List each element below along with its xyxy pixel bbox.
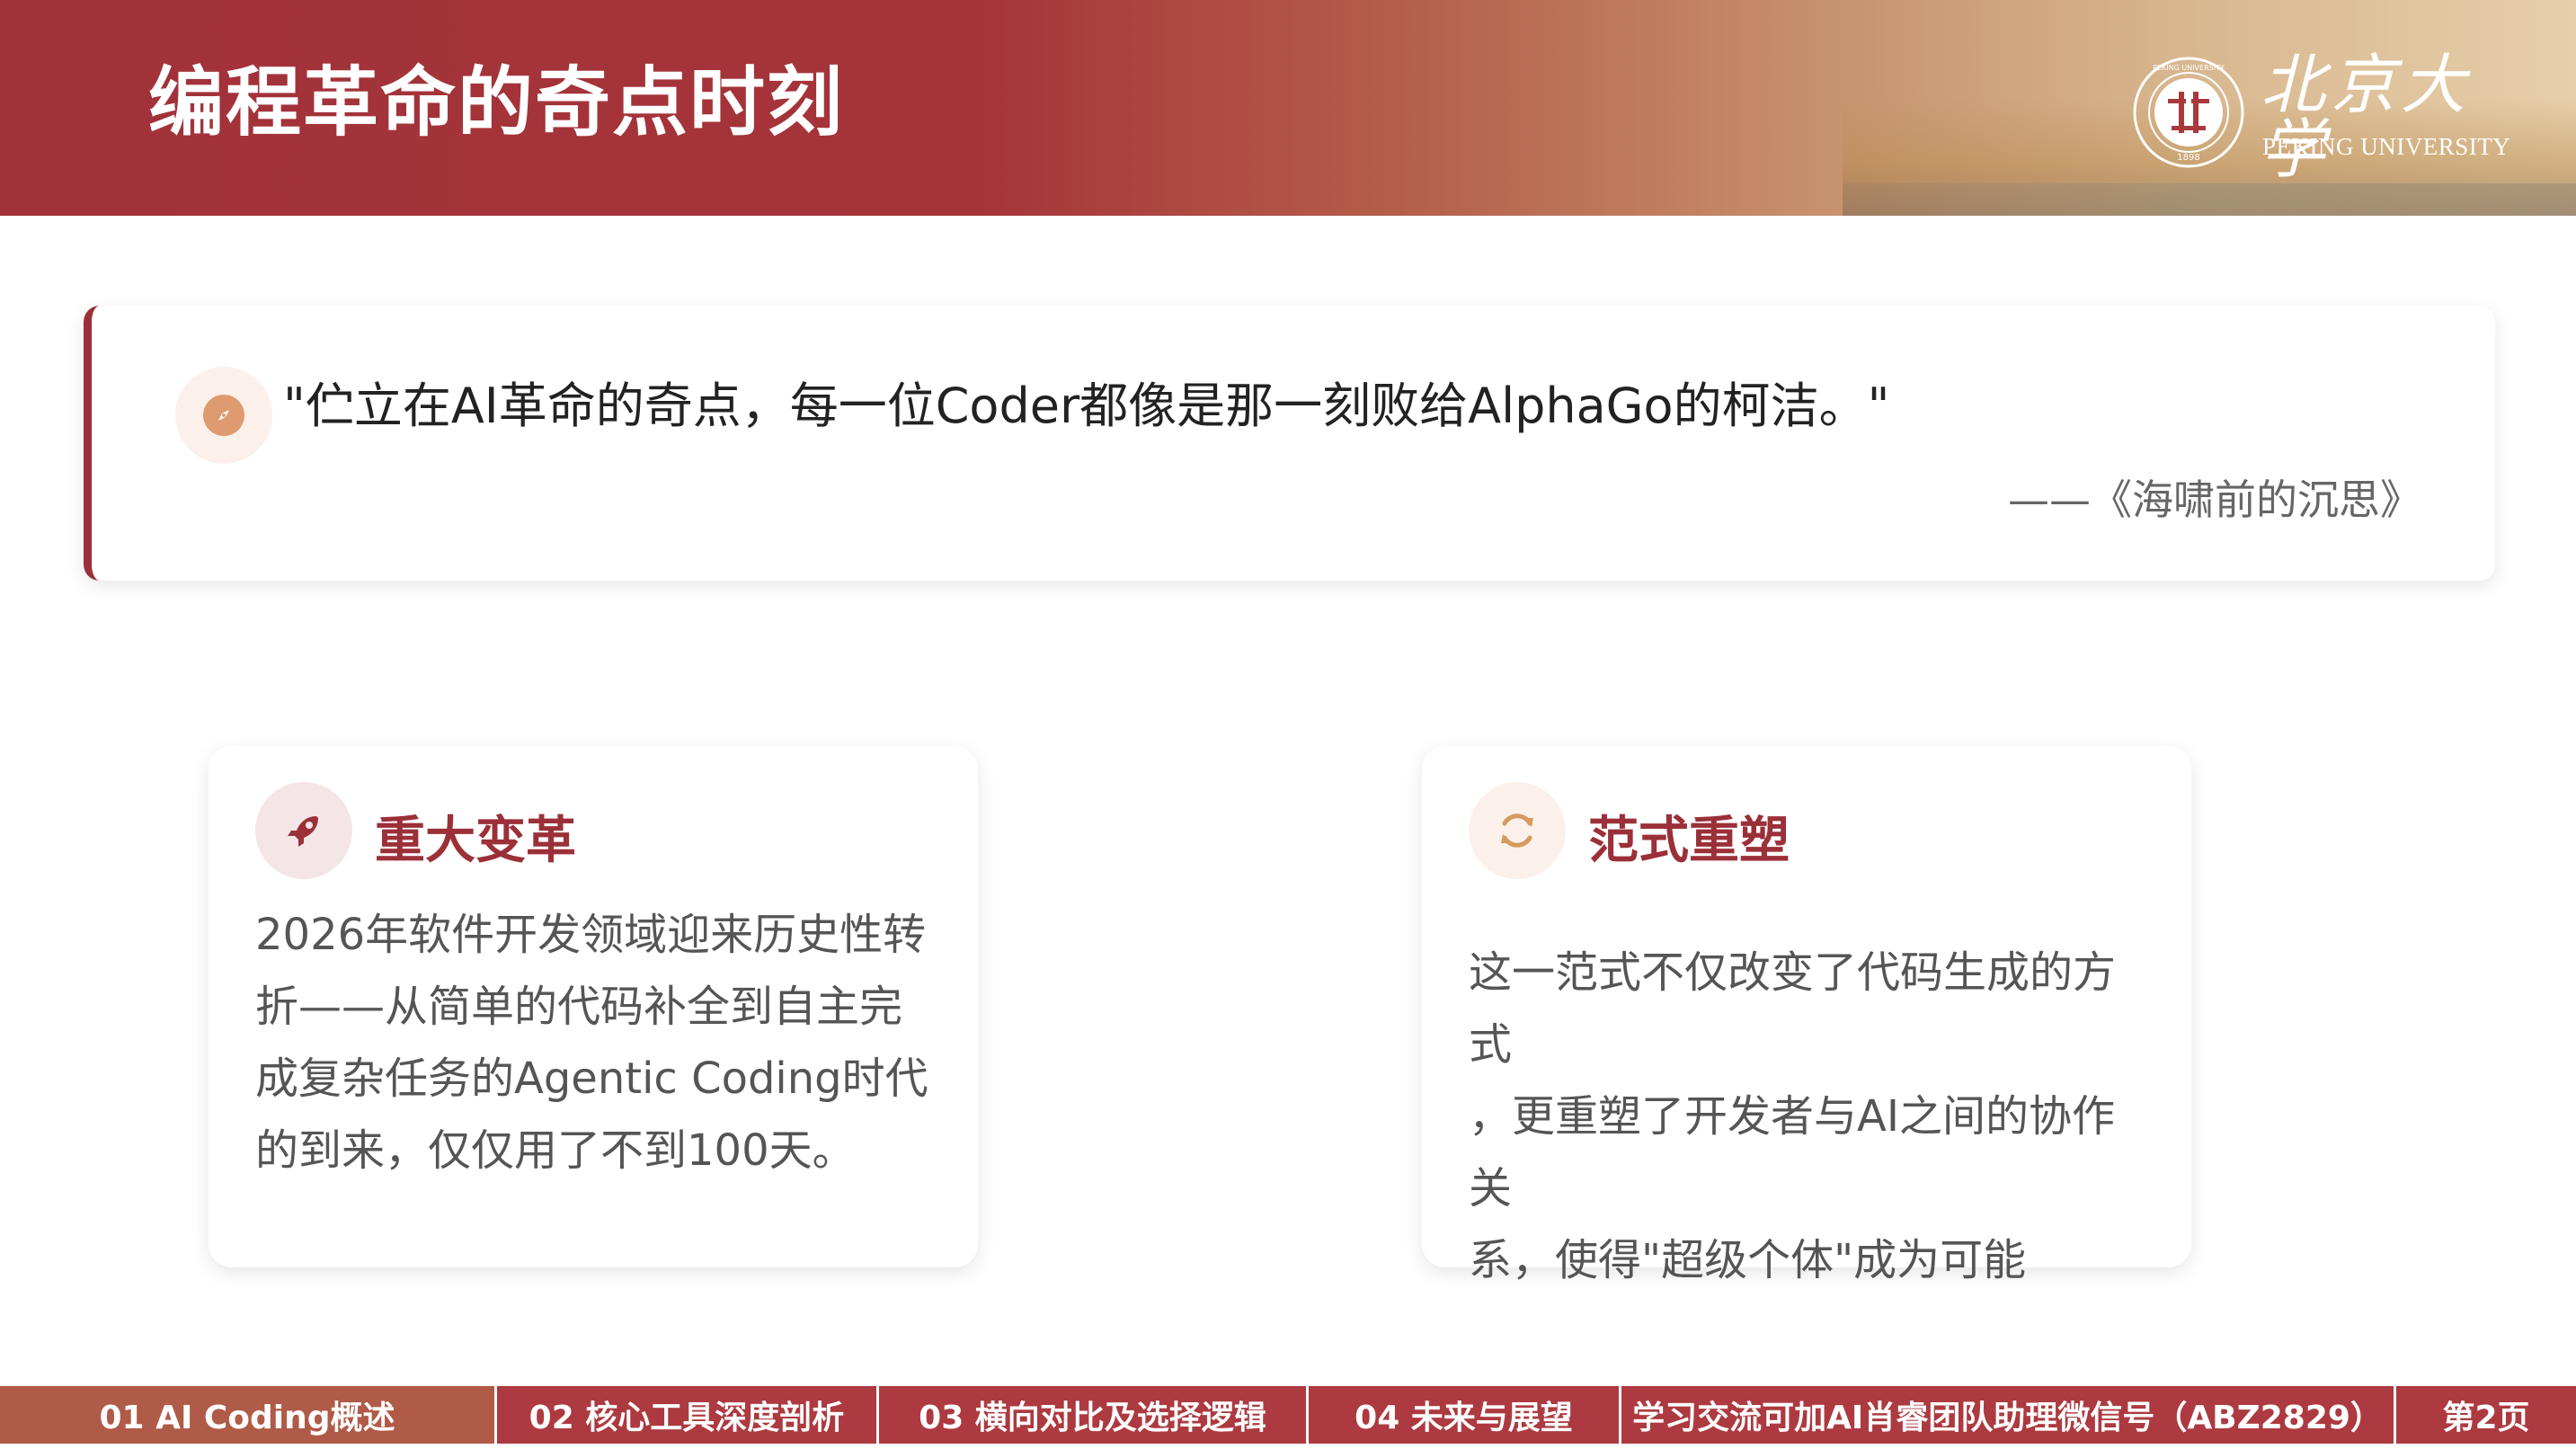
feature-card-paradigm: 范式重塑 这一范式不仅改变了代码生成的方式 ，更重塑了开发者与AI之间的协作关 …	[1422, 746, 2191, 1285]
card-body-line: ，更重塑了开发者与AI之间的协作关	[1469, 1091, 2115, 1213]
card-body-line: 成复杂任务的Agentic Coding时代	[255, 1053, 928, 1104]
header-banner: 编程革命的奇点时刻 1898 PEKING UNIVERSITY 北京大学 PE…	[0, 0, 2576, 216]
nav-item-ai-coding-overview[interactable]: 01 AI Coding概述	[0, 1386, 497, 1444]
nav-item-future[interactable]: 04 未来与展望	[1309, 1386, 1621, 1444]
university-name: 北京大学	[2261, 47, 2472, 187]
rocket-icon	[255, 782, 352, 879]
contact-info: 学习交流可加AI肖睿团队助理微信号（ABZ2829）	[1621, 1386, 2396, 1444]
nav-item-core-tools[interactable]: 02 核心工具深度剖析	[497, 1386, 879, 1444]
feature-card-major-change: 重大变革 2026年软件开发领域迎来历史性转 折——从简单的代码补全到自主完 成…	[209, 746, 978, 1267]
page-number: 第2页	[2442, 1400, 2530, 1436]
logo-year: 1898	[2177, 153, 2199, 163]
card-body-line: 折——从简单的代码补全到自主完	[255, 982, 903, 1032]
compass-icon	[175, 367, 272, 464]
card-title: 重大变革	[375, 812, 576, 870]
footer-nav: 01 AI Coding概述 02 核心工具深度剖析 03 横向对比及选择逻辑 …	[0, 1386, 2576, 1444]
quote-card: "伫立在AI革命的奇点，每一位Coder都像是那一刻败给AlphaGo的柯洁。"…	[84, 306, 2495, 581]
nav-item-comparison[interactable]: 03 横向对比及选择逻辑	[879, 1386, 1309, 1444]
card-body-line: 这一范式不仅改变了代码生成的方式	[1469, 947, 2117, 1070]
card-body-line: 系，使得"超级个体"成为可能	[1469, 1235, 2027, 1285]
peking-university-logo: 1898 PEKING UNIVERSITY	[2133, 57, 2244, 168]
page-title: 编程革命的奇点时刻	[148, 58, 845, 147]
quote-source: ——《海啸前的沉思》	[2008, 476, 2421, 524]
refresh-icon	[1469, 782, 1566, 879]
card-body: 2026年软件开发领域迎来历史性转 折——从简单的代码补全到自主完 成复杂任务的…	[255, 899, 938, 1187]
card-body: 这一范式不仅改变了代码生成的方式 ，更重塑了开发者与AI之间的协作关 系，使得"…	[1469, 937, 2152, 1296]
card-body-line: 2026年软件开发领域迎来历史性转	[255, 910, 927, 960]
logo-ring-text: PEKING UNIVERSITY	[2153, 64, 2225, 72]
card-title: 范式重塑	[1588, 812, 1790, 870]
university-name-en: PEKING UNIVERSITY	[2262, 133, 2511, 160]
quote-text: "伫立在AI革命的奇点，每一位Coder都像是那一刻败给AlphaGo的柯洁。"	[283, 378, 1890, 434]
card-body-line: 的到来，仅仅用了不到100天。	[255, 1125, 856, 1176]
